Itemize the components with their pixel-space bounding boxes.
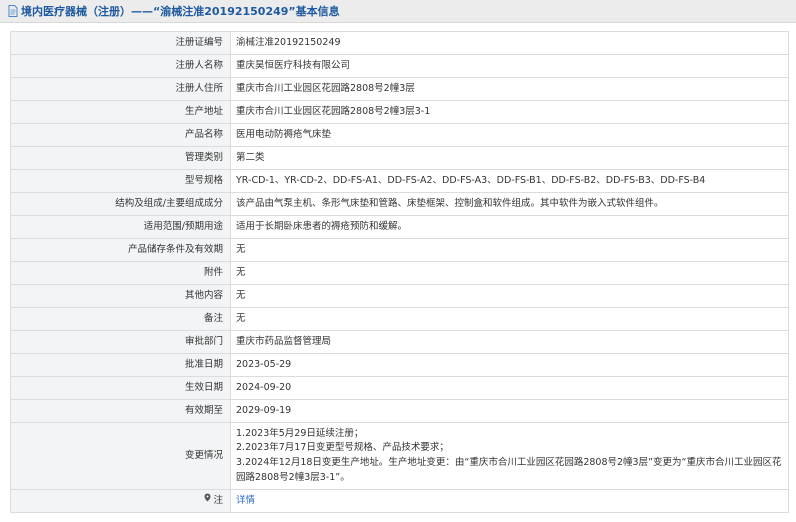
row-label: 生产地址 — [10, 100, 231, 124]
changes-value: 1.2023年5月29日延续注册； 2.2023年7月17日变更型号规格、产品技… — [230, 422, 789, 490]
info-table: 注册证编号 渝械注准20192150249 注册人名称 重庆昊恒医疗科技有限公司 注… — [10, 31, 789, 513]
table-row: 注册证编号 渝械注准20192150249 — [10, 31, 789, 55]
row-value: 2023-05-29 — [230, 353, 789, 377]
row-value: 第二类 — [230, 146, 789, 170]
row-label: 产品名称 — [10, 123, 231, 147]
detail-label-cell: 注 — [10, 489, 231, 513]
change-line: 2.2023年7月17日变更型号规格、产品技术要求； — [236, 442, 449, 454]
row-label: 管理类别 — [10, 146, 231, 170]
table-row: 管理类别 第二类 — [10, 146, 789, 170]
row-value: 重庆市合川工业园区花园路2808号2幢3层3-1 — [230, 100, 789, 124]
table-row: 结构及组成/主要组成成分 该产品由气泵主机、条形气床垫和管路、床垫框架、控制盒和软… — [10, 192, 789, 216]
table-row: 附件无 — [10, 261, 789, 285]
row-label: 适用范围/预期用途 — [10, 215, 231, 239]
row-value: 重庆市合川工业园区花园路2808号2幢3层 — [230, 77, 789, 101]
row-label: 注册人名称 — [10, 54, 231, 78]
row-value: 无 — [230, 284, 789, 308]
row-value: 适用于长期卧床患者的褥疮预防和缓解。 — [230, 215, 789, 239]
table-row: 审批部门 重庆市药品监督管理局 — [10, 330, 789, 354]
detail-value: 详情 — [230, 489, 789, 513]
row-label: 备注 — [10, 307, 231, 331]
table-row: 有效期至 2029-09-19 — [10, 399, 789, 423]
change-line: 1.2023年5月29日延续注册； — [236, 427, 364, 439]
changes-label: 变更情况 — [10, 422, 231, 490]
row-label: 附件 — [10, 261, 231, 285]
row-value: 医用电动防褥疮气床垫 — [230, 123, 789, 147]
table-row: 注册人名称 重庆昊恒医疗科技有限公司 — [10, 54, 789, 78]
detail-row: 注 详情 — [10, 489, 789, 513]
page-title: 境内医疗器械（注册）——“渝械注准20192150249”基本信息 — [21, 5, 340, 18]
change-line: 3.2024年12月18日变更生产地址。生产地址变更：由“重庆市合川工业园区花园… — [236, 457, 782, 483]
row-label: 有效期至 — [10, 399, 231, 423]
row-value: 2029-09-19 — [230, 399, 789, 423]
page-header: 境内医疗器械（注册）——“渝械注准20192150249”基本信息 — [0, 0, 796, 23]
row-value: 渝械注准20192150249 — [230, 31, 789, 55]
row-label: 型号规格 — [10, 169, 231, 193]
table-row: 生产地址 重庆市合川工业园区花园路2808号2幢3层3-1 — [10, 100, 789, 124]
row-label: 注册证编号 — [10, 31, 231, 55]
table-row: 产品名称 医用电动防褥疮气床垫 — [10, 123, 789, 147]
table-row: 适用范围/预期用途 适用于长期卧床患者的褥疮预防和缓解。 — [10, 215, 789, 239]
row-label: 批准日期 — [10, 353, 231, 377]
row-label: 审批部门 — [10, 330, 231, 354]
row-value: 该产品由气泵主机、条形气床垫和管路、床垫框架、控制盒和软件组成。其中软件为嵌入式… — [230, 192, 789, 216]
row-value: 无 — [230, 238, 789, 262]
row-value: 重庆市药品监督管理局 — [230, 330, 789, 354]
table-row: 备注无 — [10, 307, 789, 331]
row-value: 重庆昊恒医疗科技有限公司 — [230, 54, 789, 78]
document-icon — [8, 5, 18, 17]
row-value: 无 — [230, 307, 789, 331]
table-row: 型号规格 YR-CD-1、YR-CD-2、DD-FS-A1、DD-FS-A2、DD… — [10, 169, 789, 193]
row-value: 2024-09-20 — [230, 376, 789, 400]
changes-row: 变更情况 1.2023年5月29日延续注册； 2.2023年7月17日变更型号规… — [10, 422, 789, 490]
row-value: YR-CD-1、YR-CD-2、DD-FS-A1、DD-FS-A2、DD-FS-… — [230, 169, 789, 193]
table-row: 其他内容无 — [10, 284, 789, 308]
detail-label: 注 — [213, 495, 223, 507]
row-label: 其他内容 — [10, 284, 231, 308]
detail-link[interactable]: 详情 — [236, 495, 255, 506]
row-label: 结构及组成/主要组成成分 — [10, 192, 231, 216]
row-label: 注册人住所 — [10, 77, 231, 101]
map-pin-icon — [204, 493, 211, 508]
table-row: 注册人住所 重庆市合川工业园区花园路2808号2幢3层 — [10, 77, 789, 101]
table-row: 产品储存条件及有效期无 — [10, 238, 789, 262]
row-value: 无 — [230, 261, 789, 285]
row-label: 生效日期 — [10, 376, 231, 400]
table-row: 生效日期 2024-09-20 — [10, 376, 789, 400]
row-label: 产品储存条件及有效期 — [10, 238, 231, 262]
table-row: 批准日期 2023-05-29 — [10, 353, 789, 377]
